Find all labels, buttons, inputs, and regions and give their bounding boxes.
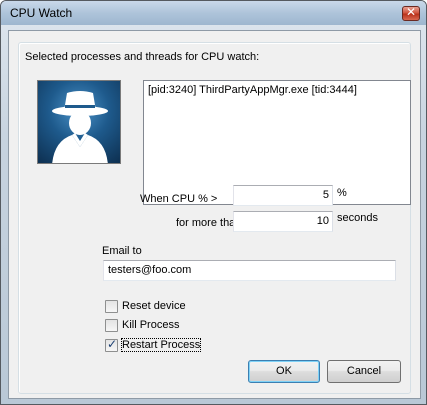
duration-label: for more than — [176, 217, 242, 229]
ok-button[interactable]: OK — [248, 360, 320, 383]
close-button[interactable]: ✕ — [402, 5, 420, 21]
cpu-threshold-label: When CPU % > — [140, 193, 218, 205]
restart-process-option[interactable]: ✓ Restart Process — [105, 337, 225, 353]
restart-process-checkbox[interactable]: ✓ — [105, 337, 118, 352]
dialog-client-area: Selected processes and threads for CPU w… — [8, 30, 421, 399]
reset-device-option[interactable]: Reset device — [105, 299, 225, 314]
cancel-button[interactable]: Cancel — [327, 360, 401, 383]
group-label: Selected processes and threads for CPU w… — [25, 51, 260, 63]
email-label: Email to — [102, 245, 142, 257]
close-icon: ✕ — [405, 5, 417, 19]
restart-process-label: Restart Process — [120, 338, 202, 352]
window-title: CPU Watch — [10, 6, 73, 20]
kill-process-checkbox[interactable] — [105, 319, 118, 332]
cpu-unit-label: % — [337, 187, 347, 199]
reset-device-label: Reset device — [122, 300, 186, 312]
email-field[interactable]: testers@foo.com — [103, 260, 396, 281]
duration-input[interactable]: 10 — [233, 211, 333, 232]
list-item[interactable]: [pid:3240] ThirdPartyAppMgr.exe [tid:344… — [148, 84, 406, 96]
cpu-threshold-value: 5 — [322, 189, 329, 201]
title-bar[interactable]: CPU Watch ✕ — [1, 1, 426, 25]
cpu-threshold-input[interactable]: 5 — [233, 185, 333, 206]
group-box: Selected processes and threads for CPU w… — [18, 42, 411, 394]
dialog-window: CPU Watch ✕ Selected processes and threa… — [0, 0, 427, 405]
kill-process-option[interactable]: Kill Process — [105, 318, 225, 333]
spy-silhouette-icon — [37, 80, 121, 164]
duration-unit-label: seconds — [337, 212, 378, 224]
email-value: testers@foo.com — [108, 264, 192, 276]
reset-device-checkbox[interactable] — [105, 300, 118, 313]
kill-process-label: Kill Process — [122, 319, 180, 331]
checkmark-icon: ✓ — [107, 337, 118, 351]
duration-value: 10 — [316, 215, 329, 227]
